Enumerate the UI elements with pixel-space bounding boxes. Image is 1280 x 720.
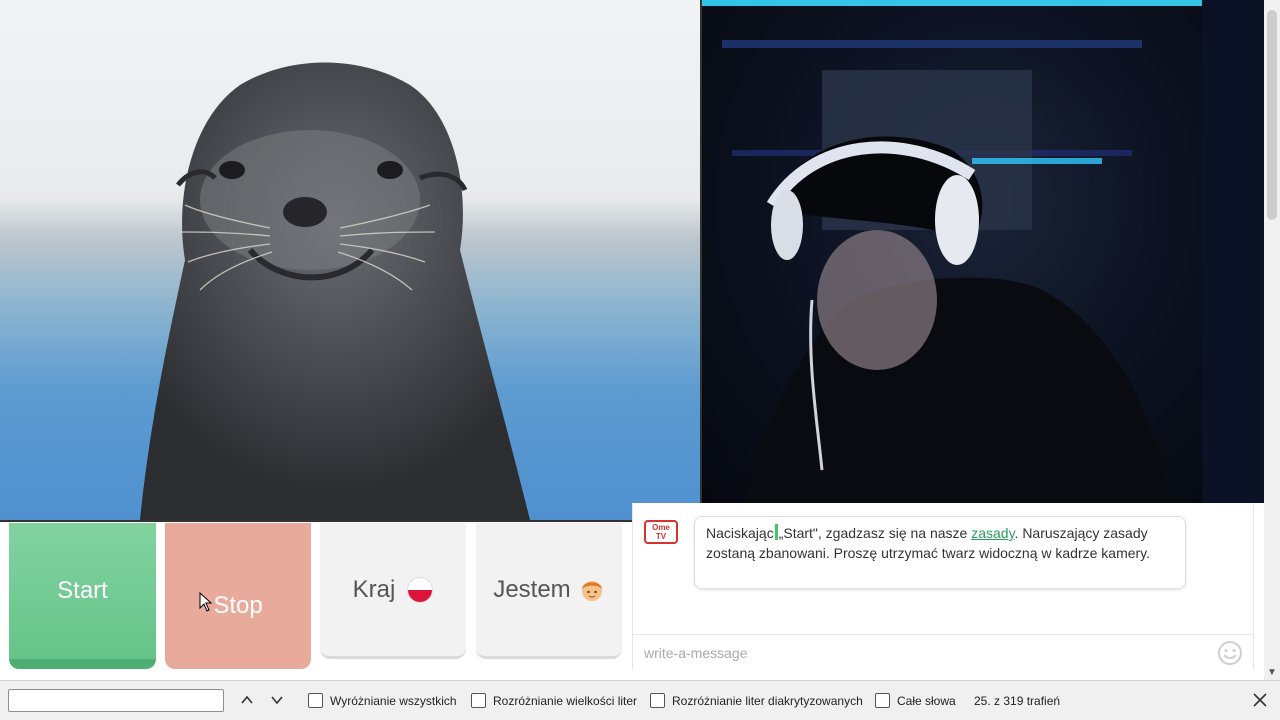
find-next-icon[interactable]: [268, 691, 286, 709]
partner-video: [0, 0, 702, 522]
logo-text-top: Ome: [652, 523, 670, 532]
find-bar: Wyróżnianie wszystkich Rozróżnianie wiel…: [0, 680, 1280, 720]
self-camera-feed: [702, 0, 1264, 503]
highlight-all-checkbox[interactable]: Wyróżnianie wszystkich: [308, 693, 457, 708]
match-case-label: Rozróżnianie wielkości liter: [493, 693, 638, 708]
page-scrollbar[interactable]: ▼: [1264, 0, 1280, 680]
checkbox-box[interactable]: [650, 693, 665, 708]
app-root: ▼ Start Stop Kraj Jestem Ome TV Naciskaj…: [0, 0, 1280, 720]
scrollbar-thumb[interactable]: [1267, 10, 1277, 220]
country-button-label: Kraj: [352, 575, 396, 603]
start-button[interactable]: Start: [9, 523, 156, 669]
match-case-checkbox[interactable]: Rozróżnianie wielkości liter: [471, 693, 637, 708]
mouse-cursor-icon: [199, 592, 213, 612]
close-find-bar-icon[interactable]: [1251, 691, 1269, 709]
sea-lion-image: [140, 62, 530, 520]
whole-words-checkbox[interactable]: Całe słowa: [875, 693, 956, 708]
scroll-down-arrow-icon[interactable]: ▼: [1267, 667, 1277, 678]
start-button-label: Start: [57, 577, 108, 604]
boy-emoji-icon: [579, 576, 605, 604]
find-input[interactable]: [8, 689, 224, 712]
gender-select-button[interactable]: Jestem: [476, 523, 622, 659]
rules-link[interactable]: zasady: [971, 525, 1014, 541]
poland-flag-icon: [407, 576, 434, 603]
country-select-button[interactable]: Kraj: [320, 523, 466, 659]
text-caret-highlight: [774, 524, 778, 540]
find-previous-icon[interactable]: [238, 691, 256, 709]
gender-button-label: Jestem: [493, 575, 571, 603]
whole-words-label: Całe słowa: [897, 693, 956, 708]
checkbox-box[interactable]: [875, 693, 890, 708]
stop-button[interactable]: Stop: [165, 523, 311, 669]
match-diacritics-label: Rozróżnianie liter diakrytyzowanych: [672, 693, 863, 708]
checkbox-box[interactable]: [308, 693, 323, 708]
self-video: [702, 0, 1264, 503]
logo-text-bottom: TV: [655, 532, 667, 541]
message-text-part2: „Start", zgadzasz się na nasze: [778, 525, 972, 541]
emoji-picker-icon[interactable]: [1217, 640, 1243, 666]
message-input-placeholder: write-a-message: [644, 645, 748, 661]
message-text-part1: Naciskając: [706, 525, 774, 541]
highlight-all-label: Wyróżnianie wszystkich: [330, 693, 457, 708]
message-input[interactable]: write-a-message: [633, 634, 1253, 670]
system-message-bubble: Naciskając „Start", zgadzasz się na nasze…: [694, 516, 1186, 589]
ometv-logo-icon: Ome TV: [644, 520, 678, 544]
checkbox-box[interactable]: [471, 693, 486, 708]
stop-button-label: Stop: [213, 592, 263, 619]
find-match-count: 25. z 319 trafień: [974, 694, 1061, 708]
match-diacritics-checkbox[interactable]: Rozróżnianie liter diakrytyzowanych: [650, 693, 863, 708]
